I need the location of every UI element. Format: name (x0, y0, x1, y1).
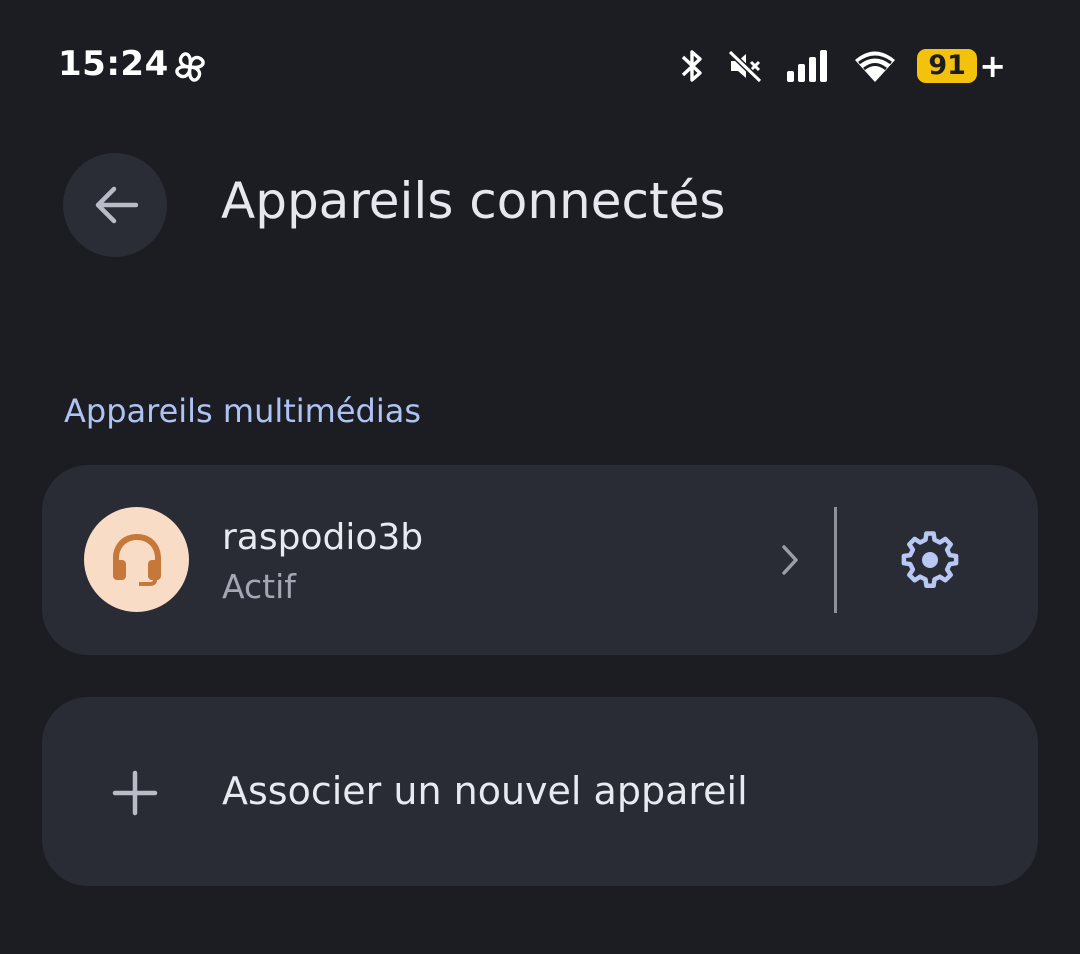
pinwheel-icon (175, 52, 205, 82)
battery-charging-indicator: + (979, 47, 1006, 85)
page-title: Appareils connectés (221, 172, 726, 230)
mute-icon (728, 49, 763, 84)
device-card[interactable]: raspodio3b Actif (42, 465, 1038, 655)
bluetooth-icon (682, 50, 702, 82)
arrow-back-icon (95, 186, 138, 224)
pair-new-device-label: Associer un nouvel appareil (222, 769, 748, 813)
device-name: raspodio3b (222, 517, 424, 558)
status-time: 15:24 (58, 44, 169, 84)
device-settings-button[interactable] (890, 520, 970, 600)
plus-icon (112, 770, 158, 816)
status-icons: 91 + (657, 46, 1006, 86)
device-status: Actif (222, 567, 296, 606)
back-button[interactable] (63, 153, 167, 257)
pair-new-device-button[interactable]: Associer un nouvel appareil (42, 697, 1038, 886)
section-header: Appareils multimédias (64, 392, 422, 430)
chevron-right-icon (782, 545, 798, 575)
device-avatar (84, 507, 189, 612)
screen: 15:24 91 + Appareils connectés Appareils… (0, 0, 1080, 954)
headset-icon (112, 533, 161, 586)
battery-icon: 91 + (917, 49, 1006, 83)
gear-icon (901, 531, 959, 588)
battery-level: 91 (917, 49, 978, 83)
divider (834, 507, 837, 613)
wifi-icon (855, 51, 896, 82)
signal-icon (787, 50, 828, 82)
